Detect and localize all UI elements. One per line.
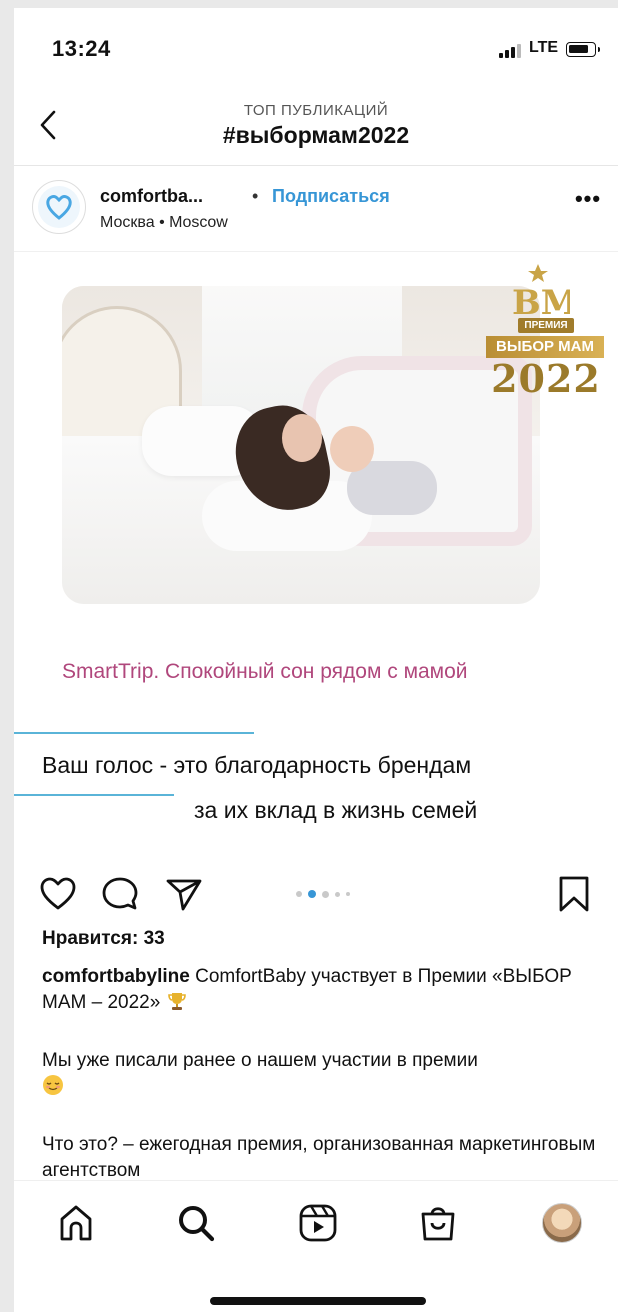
caption-username[interactable]: comfortbabyline [42,966,190,987]
home-icon[interactable] [54,1201,98,1245]
search-icon[interactable] [174,1201,218,1245]
shop-bag-icon[interactable] [416,1201,460,1245]
share-icon[interactable] [164,874,204,914]
account-username[interactable]: comfortba... [100,186,203,207]
decor-line [14,732,254,734]
bottom-navigation [14,1180,618,1312]
profile-avatar[interactable] [542,1203,582,1243]
more-options-icon[interactable]: ••• [572,188,604,218]
media-caption: SmartTrip. Спокойный сон рядом с мамой [62,660,468,683]
decor-line [14,794,174,796]
trophy-emoji-icon [167,993,186,1010]
carousel-dot-active [308,890,316,898]
caption-paragraph-3: Что это? – ежегодная премия, организован… [42,1134,596,1181]
award-logo-icon: ВМ [512,264,570,318]
network-label: LTE [529,39,559,56]
status-time: 13:24 [52,36,111,61]
battery-icon [566,42,600,57]
header-subtitle: ТОП ПУБЛИКАЦИЙ [243,102,389,119]
relieved-face-emoji-icon [43,1075,63,1095]
reels-icon[interactable] [296,1201,340,1245]
post-photo [62,286,540,604]
phone-screen: 13:24 LTE ТОП ПУБЛИКАЦИЙ #выбормам2022 c… [14,8,618,1312]
award-badge: ВМ ПРЕМИЯ ВЫБОР МАМ 2022 [476,252,604,412]
post-header: comfortba... • Подписаться Москва • Mosc… [14,166,618,252]
carousel-dot [335,891,340,897]
account-avatar[interactable] [32,180,86,234]
badge-award-name: ВЫБОР МАМ [486,336,604,358]
caption-paragraph-1: comfortbabyline ComfortBaby участвует в … [42,964,602,1016]
like-heart-icon[interactable] [38,874,78,914]
vote-text-line1: Ваш голос - это благодарность брендам [42,752,472,778]
header-title: #выбормам2022 [222,122,410,148]
carousel-dot [322,890,329,898]
badge-monogram: ВМ [512,283,570,318]
likes-count[interactable]: Нравится: 33 [42,928,165,950]
status-bar: 13:24 LTE [14,8,618,88]
vote-text-line2: за их вклад в жизнь семей [194,797,478,823]
carousel-dot [296,891,302,897]
badge-year: 2022 [491,356,601,401]
post-actions [14,856,618,928]
comment-icon[interactable] [100,874,140,914]
badge-award-label: ПРЕМИЯ [518,318,574,333]
carousel-dots [296,889,350,899]
separator-dot: • [252,186,259,206]
post-media[interactable]: ВМ ПРЕМИЯ ВЫБОР МАМ 2022 SmartTrip. Спок… [14,252,618,856]
post-location[interactable]: Москва • Moscow [100,214,228,232]
save-bookmark-icon[interactable] [554,874,594,914]
caption-text: Мы уже писали ранее о нашем участии в пр… [42,1050,478,1071]
home-indicator [210,1297,426,1305]
heart-logo-icon [46,195,72,220]
carousel-dot [346,892,350,896]
page-header: ТОП ПУБЛИКАЦИЙ #выбормам2022 [14,88,618,166]
follow-button[interactable]: Подписаться [272,186,390,207]
signal-icon [499,44,525,58]
caption-paragraph-2: Мы уже писали ранее о нашем участии в пр… [42,1048,602,1100]
